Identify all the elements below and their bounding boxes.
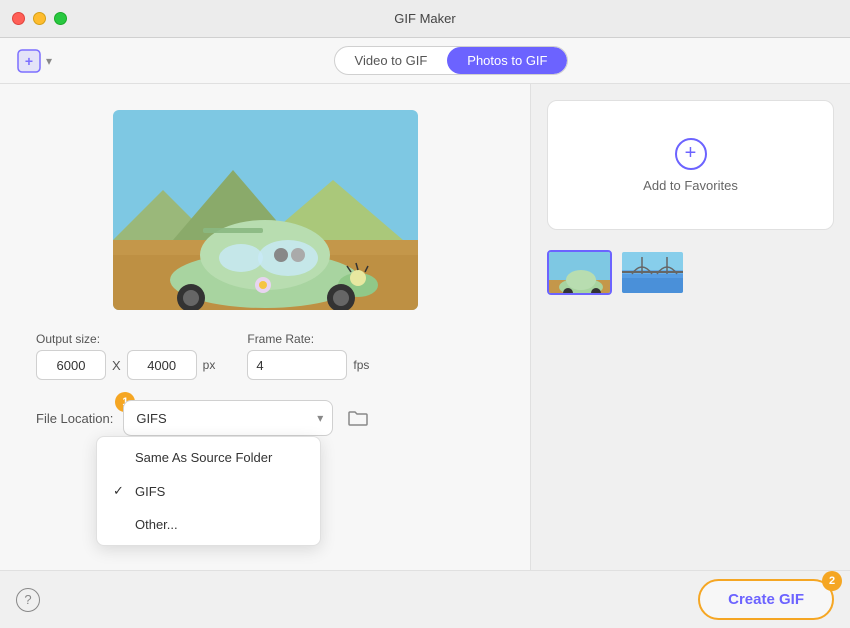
- photo-preview: [113, 110, 418, 310]
- add-favorites-label: Add to Favorites: [643, 178, 738, 193]
- px-label: px: [203, 358, 216, 372]
- bottom-bar: ? 2 Create GIF: [0, 570, 850, 628]
- thumbnail-1[interactable]: [547, 250, 612, 295]
- thumbnails-row: [547, 246, 834, 299]
- add-favorites-icon: +: [675, 138, 707, 170]
- mode-switcher: Video to GIF Photos to GIF: [334, 46, 569, 75]
- right-panel: + Add to Favorites: [530, 84, 850, 570]
- left-panel: Output size: X px Frame Rate: 4 8: [0, 84, 530, 570]
- settings-row: Output size: X px Frame Rate: 4 8: [16, 320, 514, 392]
- file-location-wrapper: 1 Same As Source Folder GIFS Other... ▾: [123, 400, 333, 436]
- dropdown-item-label-gifs: GIFS: [135, 484, 165, 499]
- video-to-gif-tab[interactable]: Video to GIF: [335, 47, 448, 74]
- fps-group: Frame Rate: 4 8 12 24 fps: [247, 332, 369, 380]
- file-location-dropdown: Same As Source Folder ✓ GIFS Other...: [96, 436, 321, 546]
- step-2-badge: 2: [822, 571, 842, 591]
- frame-rate-label: Frame Rate:: [247, 332, 369, 346]
- thumbnail-1-img: [549, 252, 612, 295]
- dropdown-item-same-as-source[interactable]: Same As Source Folder: [97, 441, 320, 474]
- file-location-label: File Location:: [36, 411, 113, 426]
- title-bar: GIF Maker: [0, 0, 850, 38]
- help-button[interactable]: ?: [16, 588, 40, 612]
- import-icon: +: [16, 48, 42, 74]
- photo-canvas-svg: [113, 110, 418, 310]
- fps-select-wrapper: 4 8 12 24 fps: [247, 350, 369, 380]
- photos-to-gif-tab[interactable]: Photos to GIF: [447, 47, 567, 74]
- fps-label: fps: [353, 358, 369, 372]
- output-size-inputs: X px: [36, 350, 215, 380]
- file-location-row: File Location: 1 Same As Source Folder G…: [16, 392, 514, 444]
- dropdown-item-gifs[interactable]: ✓ GIFS: [97, 474, 320, 508]
- toolbar: + ▾ Video to GIF Photos to GIF: [0, 38, 850, 84]
- import-chevron: ▾: [46, 54, 52, 68]
- minimize-button[interactable]: [33, 12, 46, 25]
- x-separator: X: [112, 358, 121, 373]
- content-area: Output size: X px Frame Rate: 4 8: [0, 84, 850, 570]
- thumbnail-2[interactable]: [620, 250, 685, 295]
- file-location-select[interactable]: Same As Source Folder GIFS Other...: [123, 400, 333, 436]
- thumbnail-2-img: [622, 252, 685, 295]
- close-button[interactable]: [12, 12, 25, 25]
- dropdown-item-other[interactable]: Other...: [97, 508, 320, 541]
- fps-select[interactable]: 4 8 12 24: [247, 350, 347, 380]
- dropdown-item-label-same: Same As Source Folder: [135, 450, 272, 465]
- dropdown-item-label-other: Other...: [135, 517, 178, 532]
- output-size-group: Output size: X px: [36, 332, 215, 380]
- add-to-favorites-area[interactable]: + Add to Favorites: [547, 100, 834, 230]
- check-icon-gifs: ✓: [113, 483, 127, 499]
- svg-text:+: +: [25, 53, 33, 69]
- app-title: GIF Maker: [394, 11, 455, 26]
- create-gif-button[interactable]: Create GIF: [698, 579, 834, 620]
- maximize-button[interactable]: [54, 12, 67, 25]
- window-controls: [12, 12, 67, 25]
- folder-browse-button[interactable]: [343, 403, 373, 433]
- import-button[interactable]: + ▾: [16, 48, 52, 74]
- width-input[interactable]: [36, 350, 106, 380]
- file-location-select-wrapper: Same As Source Folder GIFS Other... ▾: [123, 400, 333, 436]
- folder-icon: [348, 409, 368, 427]
- height-input[interactable]: [127, 350, 197, 380]
- app-container: + ▾ Video to GIF Photos to GIF: [0, 38, 850, 628]
- output-size-label: Output size:: [36, 332, 215, 346]
- create-gif-wrapper: 2 Create GIF: [698, 579, 834, 620]
